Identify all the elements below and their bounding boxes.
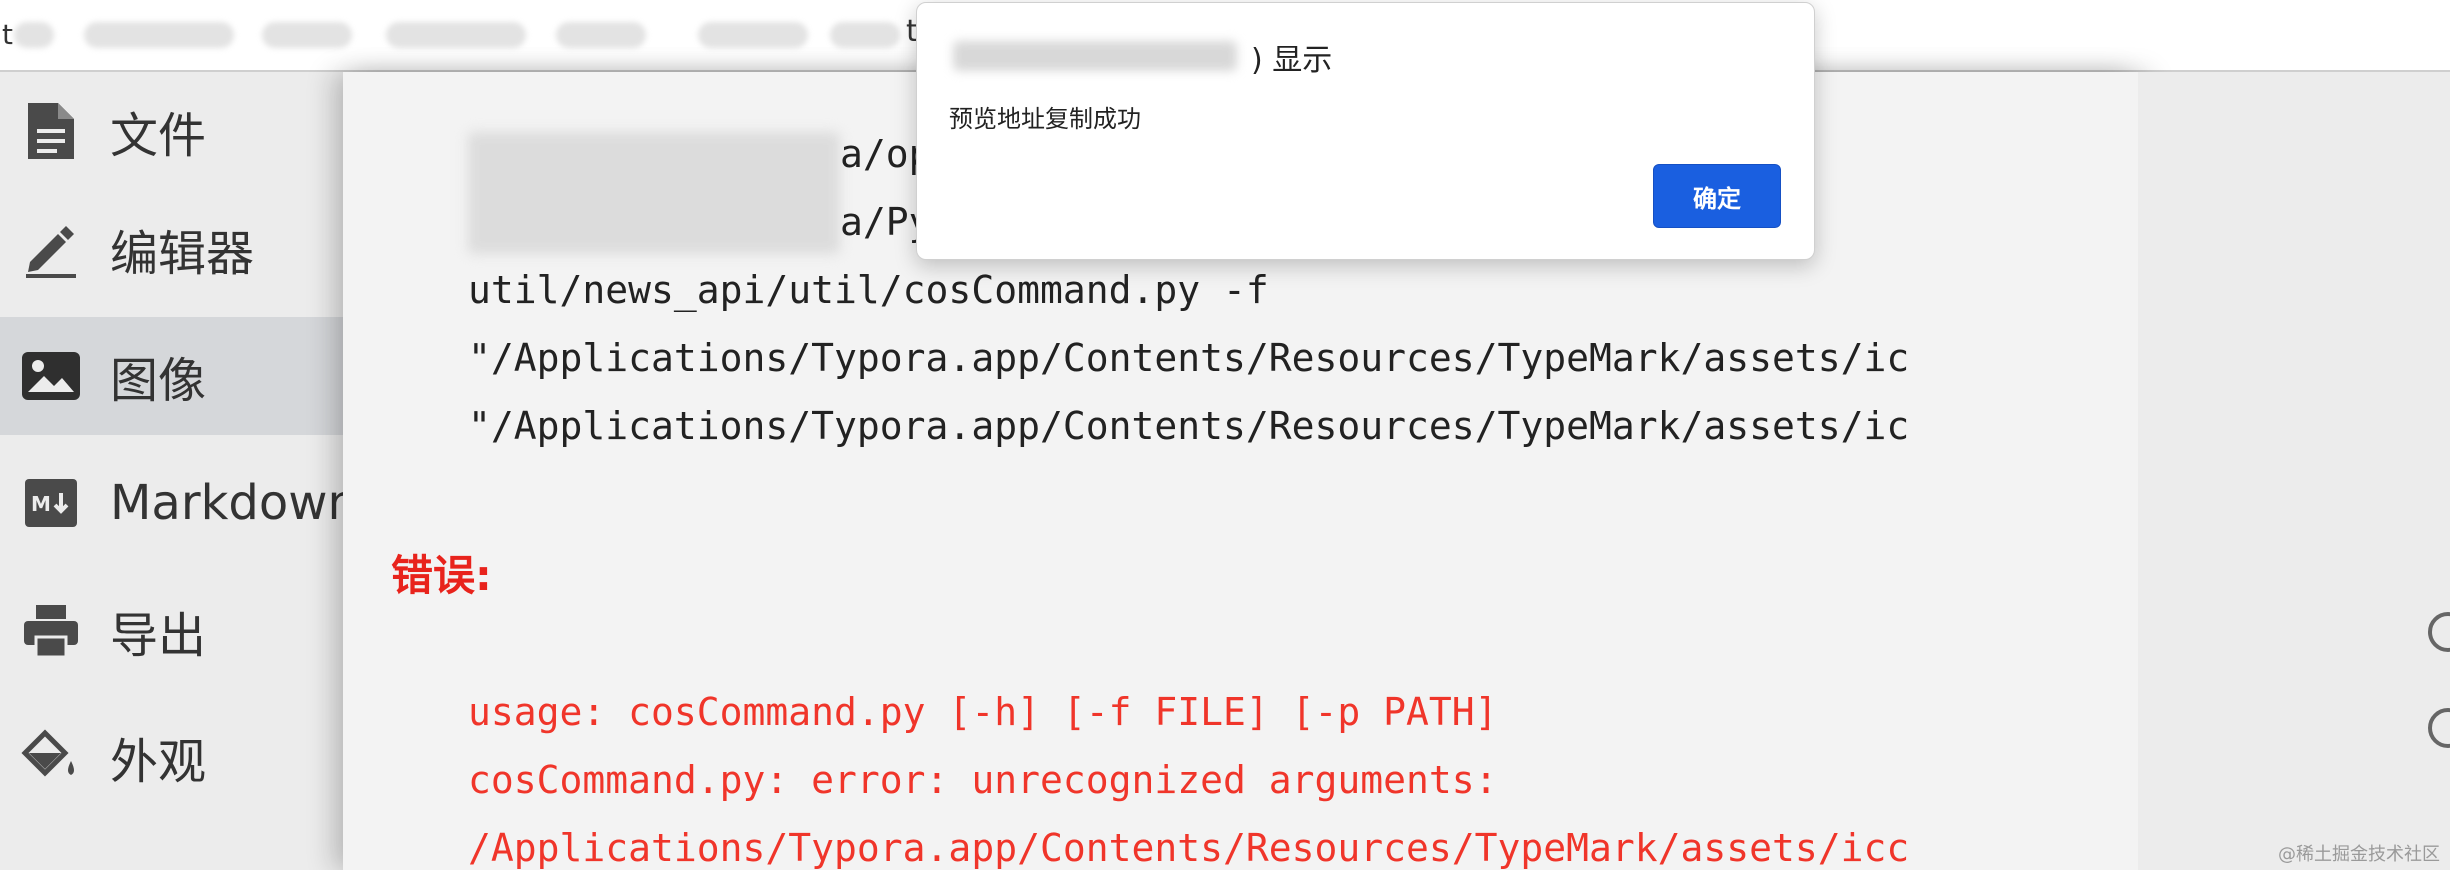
blurred-tab[interactable]	[830, 22, 900, 48]
pen-icon	[20, 218, 82, 280]
blurred-tab[interactable]	[84, 22, 234, 48]
error-line: usage: cosCommand.py [-h] [-f FILE] [-p …	[468, 690, 1498, 734]
preferences-sidebar: 文件 编辑器 图像 M Markdown 导出 外观	[0, 72, 358, 870]
code-line: "/Applications/Typora.app/Contents/Resou…	[468, 336, 1910, 380]
sidebar-item-image[interactable]: 图像	[0, 317, 343, 435]
sidebar-item-label: 文件	[110, 108, 207, 164]
paint-bucket-icon	[20, 726, 82, 788]
blurred-tab[interactable]	[698, 22, 808, 48]
sidebar-item-label: 导出	[110, 608, 207, 664]
redacted-origin	[953, 41, 1237, 71]
sidebar-item-file[interactable]: 文件	[0, 72, 343, 190]
dialog-title: ) 显示	[1251, 43, 1333, 78]
markdown-icon: M	[20, 472, 82, 534]
code-line: "/Applications/Typora.app/Contents/Resou…	[468, 404, 1910, 448]
sidebar-item-markdown[interactable]: M Markdown	[0, 444, 358, 562]
ok-button[interactable]: 确定	[1653, 164, 1781, 228]
alert-dialog: ) 显示 预览地址复制成功 确定	[916, 2, 1815, 260]
sidebar-item-appearance[interactable]: 外观	[0, 698, 343, 816]
circle-icon[interactable]	[2428, 708, 2450, 748]
code-line: util/news_api/util/cosCommand.py -f	[468, 268, 1269, 312]
watermark: @稀土掘金技术社区	[2278, 844, 2440, 865]
sidebar-item-label: 图像	[110, 353, 207, 409]
blurred-tab[interactable]	[556, 22, 646, 48]
tab-strip-leading-text: t	[2, 18, 13, 51]
dialog-message: 预览地址复制成功	[949, 105, 1141, 133]
printer-icon	[20, 600, 82, 662]
right-gutter	[2138, 72, 2450, 870]
sidebar-item-label: 编辑器	[110, 226, 255, 282]
error-line: cosCommand.py: error: unrecognized argum…	[468, 758, 1498, 802]
error-line: /Applications/Typora.app/Contents/Resour…	[468, 826, 1910, 870]
blurred-tab[interactable]	[262, 22, 352, 48]
sidebar-item-label: 外观	[110, 734, 207, 790]
error-heading: 错误:	[391, 551, 492, 600]
sidebar-item-editor[interactable]: 编辑器	[0, 190, 343, 308]
circle-icon[interactable]	[2428, 612, 2450, 652]
blurred-tab[interactable]	[386, 22, 526, 48]
image-icon	[20, 345, 82, 407]
blurred-tab[interactable]	[14, 22, 54, 48]
sidebar-item-export[interactable]: 导出	[0, 572, 343, 690]
svg-text:M: M	[31, 492, 51, 516]
sidebar-item-label: Markdown	[110, 475, 358, 531]
file-icon	[20, 100, 82, 162]
redacted-text	[468, 132, 840, 254]
